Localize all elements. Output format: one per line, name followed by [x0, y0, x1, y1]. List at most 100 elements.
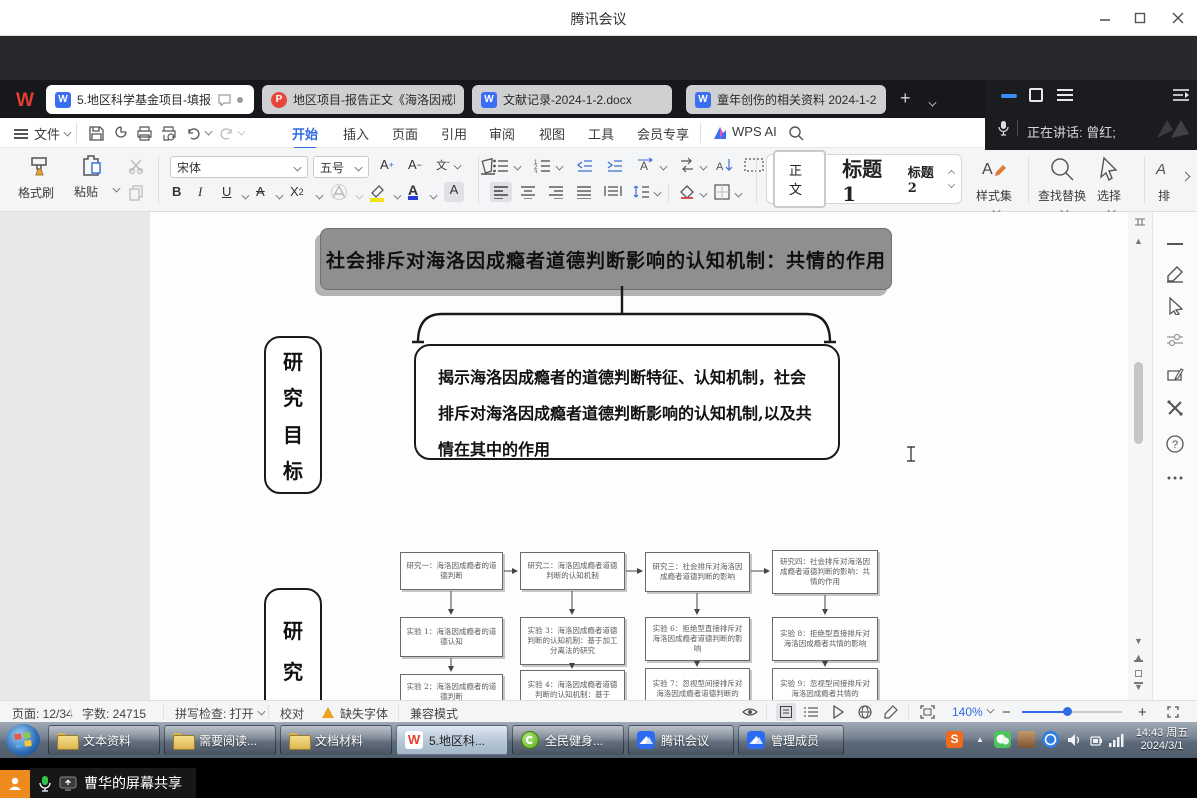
tab-document-3[interactable]: W 文献记录-2024-1-2.docx: [472, 85, 672, 114]
tab-list-chevron-icon[interactable]: [925, 96, 936, 114]
redo-icon[interactable]: [219, 126, 245, 146]
taskbar-meeting[interactable]: 腾讯会议: [628, 725, 734, 755]
search-icon[interactable]: [788, 125, 804, 146]
save-icon[interactable]: [88, 125, 105, 147]
numbered-list-button[interactable]: 123: [534, 158, 563, 178]
strikethrough-button[interactable]: A: [256, 184, 265, 199]
comment-icon[interactable]: [218, 94, 231, 106]
adjust-sliders-icon[interactable]: [1165, 330, 1185, 350]
menu-member[interactable]: 会员专享: [637, 124, 689, 143]
page-view-icon[interactable]: [776, 703, 796, 721]
share-banner[interactable]: 曹华的屏幕共享: [30, 768, 196, 798]
vertical-scrollbar[interactable]: ▲ ▼ ▲ ▼: [1128, 212, 1152, 700]
more-options-icon[interactable]: [1165, 468, 1185, 488]
underline-button[interactable]: U: [222, 184, 231, 199]
format-painter-button[interactable]: 格式刷: [18, 154, 62, 201]
menu-reference[interactable]: 引用: [441, 124, 467, 143]
tools-icon[interactable]: [1165, 398, 1185, 418]
font-size-select[interactable]: 五号: [313, 156, 369, 178]
line-spacing-button[interactable]: [632, 184, 661, 204]
menu-file[interactable]: 文件: [34, 124, 71, 143]
increase-indent-icon[interactable]: [606, 158, 624, 178]
outline-view-icon[interactable]: [804, 706, 818, 721]
scrollbar-thumb[interactable]: [1134, 362, 1143, 444]
menu-insert[interactable]: 插入: [343, 124, 369, 143]
spellcheck-status[interactable]: 拼写检查: 打开: [175, 705, 265, 722]
zoom-out-button[interactable]: −: [1002, 704, 1011, 721]
bullet-list-button[interactable]: [492, 158, 521, 178]
shrink-font-icon[interactable]: A−: [408, 157, 422, 172]
tray-clock[interactable]: 14:43 周五2024/3/1: [1132, 727, 1192, 753]
character-border-button[interactable]: A: [444, 182, 464, 202]
zoom-in-button[interactable]: +: [1138, 704, 1147, 721]
minimize-icon[interactable]: [1095, 8, 1115, 28]
menu-view[interactable]: 视图: [539, 124, 565, 143]
tab-document-2[interactable]: P 地区项目-报告正文《海洛因戒断者对: [262, 85, 464, 114]
font-color-button[interactable]: A: [408, 182, 418, 200]
highlight-color-button[interactable]: [368, 184, 386, 207]
print-icon[interactable]: [136, 125, 153, 147]
signature-icon[interactable]: [1165, 364, 1185, 384]
previous-page-icon[interactable]: ▲: [1134, 652, 1143, 662]
shading-button[interactable]: [678, 184, 707, 205]
paragraph-layout-button[interactable]: [678, 157, 707, 178]
main-menu-icon[interactable]: [14, 127, 28, 141]
paste-button[interactable]: 粘贴: [74, 154, 110, 200]
select-browse-object-icon[interactable]: [1135, 670, 1142, 677]
gallery-down-icon[interactable]: [948, 181, 955, 188]
scroll-down-icon[interactable]: ▼: [1134, 636, 1143, 646]
superscript-button[interactable]: X2: [290, 184, 304, 199]
compass-tray-icon[interactable]: [1042, 731, 1059, 748]
taskbar-manage-members[interactable]: 管理成员: [738, 725, 844, 755]
wps-ai-label[interactable]: WPS AI: [732, 124, 777, 139]
style-heading2[interactable]: 标题 2: [908, 162, 940, 196]
align-left-button[interactable]: [490, 182, 512, 202]
menu-review[interactable]: 审阅: [489, 124, 515, 143]
document-area[interactable]: 社会排斥对海洛因成瘾者道德判断影响的认知机制：共情的作用 研 究 目 标 揭示海…: [0, 212, 1197, 700]
text-direction-button[interactable]: A: [636, 157, 667, 178]
distribute-button[interactable]: [604, 185, 622, 204]
maximize-icon[interactable]: [1130, 8, 1150, 28]
menu-page[interactable]: 页面: [392, 124, 418, 143]
menu-tools[interactable]: 工具: [588, 124, 614, 143]
missing-font-warning[interactable]: 缺失字体: [340, 705, 388, 722]
hide-toolbar-eye-icon[interactable]: [742, 705, 758, 722]
grow-font-icon[interactable]: A+: [380, 157, 394, 172]
decrease-indent-icon[interactable]: [576, 158, 594, 178]
frame-button[interactable]: [744, 158, 764, 177]
text-effects-button[interactable]: [330, 184, 348, 200]
objective-box[interactable]: 揭示海洛因成瘾者的道德判断特征、认知机制，社会排斥对海洛因成瘾者道德判断影响的认…: [414, 344, 840, 460]
taskbar-wps-active[interactable]: W 5.地区科...: [396, 725, 508, 755]
page-indicator[interactable]: 页面: 12/34: [12, 705, 73, 722]
wechat-tray-icon[interactable]: [994, 731, 1011, 748]
sort-button[interactable]: A: [716, 157, 734, 178]
style-normal[interactable]: 正文: [773, 150, 826, 208]
taskbar-folder-3[interactable]: 文档材料: [280, 725, 392, 755]
power-tray-icon[interactable]: [1088, 732, 1104, 748]
collapse-panel-icon[interactable]: [1165, 234, 1185, 254]
help-icon[interactable]: ?: [1165, 434, 1185, 454]
select-cursor-icon[interactable]: [1165, 296, 1185, 316]
menu-home[interactable]: 开始: [292, 124, 318, 143]
align-right-button[interactable]: [548, 185, 564, 204]
content-label-box[interactable]: 研 究 内: [264, 588, 322, 700]
italic-button[interactable]: I: [198, 184, 202, 200]
panel-menu-icon[interactable]: [1057, 89, 1073, 101]
tab-document-1[interactable]: W 5.地区科学基金项目-填报说明: [46, 85, 254, 114]
new-tab-button[interactable]: +: [900, 88, 911, 109]
gallery-up-icon[interactable]: [948, 170, 955, 177]
cut-icon[interactable]: [128, 158, 146, 179]
arrange-button[interactable]: A 排: [1152, 156, 1176, 204]
tray-expand-icon[interactable]: ▲: [976, 735, 984, 744]
justify-button[interactable]: [576, 185, 592, 204]
goal-label-box[interactable]: 研 究 目 标: [264, 336, 322, 494]
network-tray-icon[interactable]: [1108, 732, 1124, 748]
sogou-tray-icon[interactable]: S: [946, 731, 963, 748]
ink-pen-icon[interactable]: [884, 705, 898, 722]
ribbon-expand-chevron-icon[interactable]: [1178, 170, 1189, 188]
align-center-button[interactable]: [520, 185, 536, 204]
ruler-toggle-icon[interactable]: [1133, 216, 1147, 228]
fullscreen-icon[interactable]: [1166, 705, 1180, 722]
edit-pen-icon[interactable]: [1165, 264, 1185, 284]
bold-button[interactable]: B: [172, 184, 181, 199]
